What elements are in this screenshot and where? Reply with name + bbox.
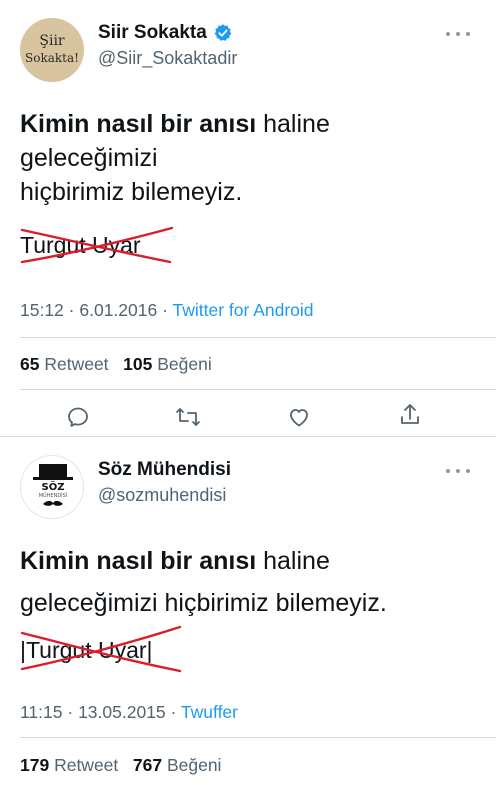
tweet-text-bold: Kimin nasıl bir anısı — [20, 547, 257, 575]
avatar-text-line1: SÖZ — [42, 479, 65, 493]
tweet-text-rest: haline — [256, 110, 330, 138]
like-count: 767 — [132, 755, 163, 775]
retweet-label: Retweet — [44, 354, 109, 374]
like-label: Beğeni — [157, 354, 212, 374]
tweet-meta: 15:12 · 6.01.2016 · Twitter for Android — [20, 300, 314, 320]
tweet-stats: 65 Retweet 105 Beğeni — [20, 354, 212, 375]
avatar-image: Şiir Sokakta! — [20, 18, 84, 82]
avatar-text-line2: Sokakta! — [25, 51, 79, 65]
like-stat[interactable]: 105 Beğeni — [123, 354, 212, 374]
author-signature: Turgut Uyar — [20, 226, 174, 264]
avatar[interactable]: Şiir Sokakta! — [20, 18, 84, 82]
tweet-text-line3: hiçbirimiz bilemeyiz. — [20, 178, 243, 206]
author-signature: |Turgut Uyar| — [20, 625, 182, 673]
avatar-image: SÖZ MÜHENDİSİ — [33, 464, 73, 506]
tweet-time[interactable]: 11:15 — [20, 702, 63, 722]
tweet-source[interactable]: Twuffer — [181, 702, 238, 722]
display-name[interactable]: Siir Sokakta — [98, 22, 233, 44]
tweet-siir-sokakta: Şiir Sokakta! Siir Sokakta @Siir_Sokakta… — [0, 0, 496, 436]
tweet-text-line2: geleceğimizi — [20, 144, 158, 172]
retweet-count: 65 — [20, 354, 40, 374]
retweet-count: 179 — [20, 755, 50, 775]
action-bar — [0, 400, 496, 434]
tweet-stats: 179 Retweet 767 Beğeni — [20, 755, 221, 776]
tweet-soz-muhendisi: SÖZ MÜHENDİSİ Söz Mühendisi @sozmuhendis… — [0, 437, 496, 789]
tweet-date[interactable]: 13.05.2015 — [78, 702, 166, 722]
retweet-label: Retweet — [54, 755, 119, 775]
retweet-icon[interactable] — [175, 404, 201, 430]
tweet-time[interactable]: 15:12 — [20, 300, 64, 320]
tweet-meta: 11:15 · 13.05.2015 · Twuffer — [20, 702, 238, 722]
like-stat[interactable]: 767 Beğeni — [133, 755, 222, 775]
display-name-text: Söz Mühendisi — [98, 459, 231, 480]
verified-icon — [214, 24, 232, 41]
like-icon[interactable] — [286, 404, 312, 430]
avatar-text-line2: MÜHENDİSİ — [39, 492, 68, 499]
user-handle[interactable]: @sozmuhendisi — [98, 485, 226, 506]
divider — [20, 737, 496, 738]
display-name-text: Siir Sokakta — [98, 22, 207, 43]
like-label: Beğeni — [166, 755, 222, 775]
reply-icon[interactable] — [65, 404, 91, 430]
retweet-stat[interactable]: 65 Retweet — [20, 354, 109, 374]
tweet-text-bold: Kimin nasıl bir anısı — [20, 110, 257, 138]
share-icon[interactable] — [397, 402, 423, 428]
tweet-text-line2: geleceğimizi hiçbirimiz bilemeyiz. — [20, 589, 387, 617]
tweet-text-line1: Kimin nasıl bir anısı haline — [20, 545, 330, 577]
like-count: 105 — [123, 354, 153, 374]
more-icon[interactable] — [446, 26, 470, 42]
tweet-source[interactable]: Twitter for Android — [172, 300, 313, 320]
tweet-text-line1: Kimin nasıl bir anısı haline — [20, 108, 330, 140]
user-handle[interactable]: @Siir_Sokaktadir — [98, 48, 237, 69]
divider — [20, 389, 496, 390]
author-name: Turgut Uyar — [20, 232, 141, 258]
avatar[interactable]: SÖZ MÜHENDİSİ — [20, 455, 84, 519]
retweet-stat[interactable]: 179 Retweet — [20, 755, 118, 775]
author-name: |Turgut Uyar| — [20, 637, 153, 663]
tweet-date[interactable]: 6.01.2016 — [79, 300, 157, 320]
tweet-text-rest: haline — [256, 547, 330, 575]
avatar-text-line1: Şiir — [39, 33, 65, 49]
divider — [20, 337, 496, 338]
display-name[interactable]: Söz Mühendisi — [98, 459, 231, 481]
more-icon[interactable] — [446, 463, 470, 479]
